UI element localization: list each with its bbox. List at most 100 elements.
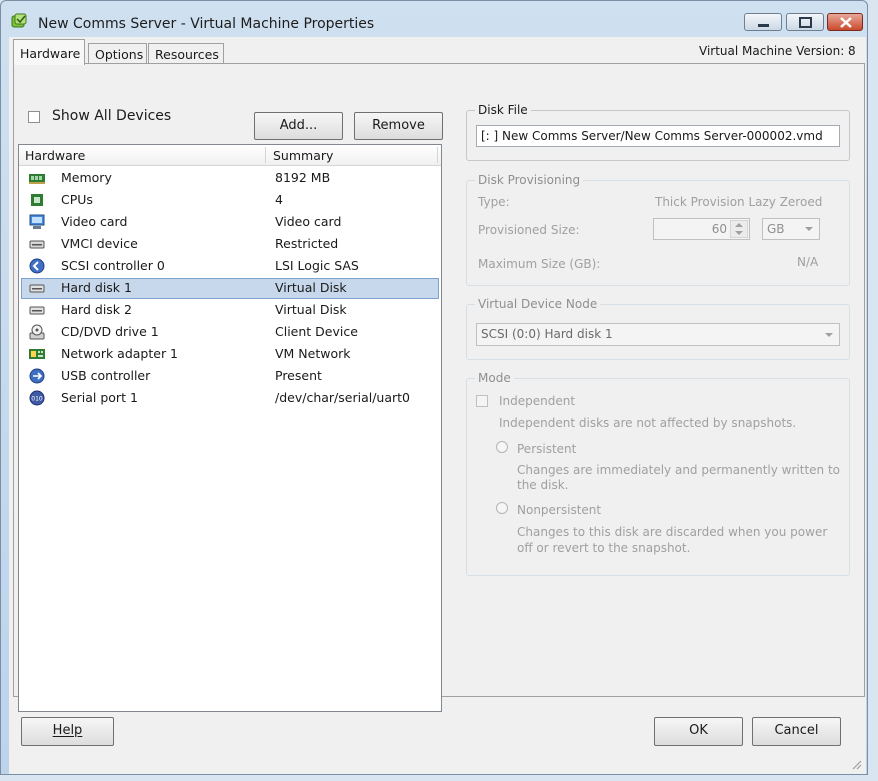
hardware-name: Memory	[61, 170, 112, 185]
nonpersistent-radio[interactable]	[496, 502, 508, 514]
hardware-name: Network adapter 1	[61, 346, 179, 361]
provisioned-size-spinner[interactable]: 60	[653, 218, 750, 240]
usb-controller-icon	[29, 368, 45, 384]
hardware-name: SCSI controller 0	[61, 258, 165, 273]
maximize-button[interactable]	[786, 13, 824, 31]
maximize-icon	[799, 17, 812, 28]
ok-button[interactable]: OK	[654, 717, 743, 746]
hardware-row-usb-controller[interactable]: USB controller Present	[21, 366, 439, 387]
hardware-list-header: Hardware Summary	[19, 145, 441, 166]
hardware-summary: Restricted	[275, 236, 339, 251]
cpu-icon	[31, 194, 43, 206]
column-header-hardware[interactable]: Hardware	[25, 148, 85, 163]
title-bar[interactable]: New Comms Server - Virtual Machine Prope…	[1, 1, 867, 35]
hardware-row-vmci-device[interactable]: VMCI device Restricted	[21, 234, 439, 255]
virtual-device-node-value: SCSI (0:0) Hard disk 1	[481, 327, 613, 341]
minimize-icon	[758, 24, 769, 27]
provisioned-size-value: 60	[711, 222, 727, 236]
disk-file-group: Disk File [: ] New Comms Server/New Comm…	[466, 103, 850, 161]
virtual-device-node-legend: Virtual Device Node	[475, 297, 601, 311]
max-size-value: N/A	[797, 255, 819, 269]
vm-app-icon	[11, 13, 27, 28]
hardware-row-memory[interactable]: Memory 8192 MB	[21, 168, 439, 189]
help-button[interactable]: Help	[21, 717, 114, 746]
hardware-row-video-card[interactable]: Video card Video card	[21, 212, 439, 233]
hardware-summary: LSI Logic SAS	[275, 258, 359, 273]
help-button-label: Help	[52, 723, 83, 738]
hardware-row-cpus[interactable]: CPUs 4	[21, 190, 439, 211]
svg-text:010: 010	[31, 396, 43, 403]
scsi-controller-icon	[29, 258, 45, 274]
column-divider[interactable]	[437, 147, 438, 163]
hardware-name: USB controller	[61, 368, 151, 383]
tab-options[interactable]: Options	[88, 43, 147, 63]
spinner-arrows-icon[interactable]	[730, 220, 748, 238]
column-divider[interactable]	[265, 147, 266, 163]
disk-provisioning-group: Disk Provisioning Type: Thick Provision …	[466, 173, 850, 286]
hard-disk-icon	[29, 284, 45, 293]
size-unit-value: GB	[767, 222, 785, 236]
show-all-devices-label[interactable]: Show All Devices	[52, 108, 171, 124]
max-size-label: Maximum Size (GB):	[478, 257, 601, 271]
hardware-row-scsi-controller-0[interactable]: SCSI controller 0 LSI Logic SAS	[21, 256, 439, 277]
mode-legend: Mode	[475, 371, 514, 385]
chevron-down-icon	[825, 333, 833, 337]
independent-checkbox[interactable]	[476, 395, 488, 407]
hardware-summary: Virtual Disk	[275, 302, 347, 317]
hardware-summary: Client Device	[275, 324, 358, 339]
provisioned-size-label: Provisioned Size:	[478, 223, 580, 237]
hardware-row-cd-dvd-drive-1[interactable]: CD/DVD drive 1 Client Device	[21, 322, 439, 343]
close-button[interactable]	[827, 13, 863, 31]
cancel-button[interactable]: Cancel	[752, 717, 841, 746]
hardware-summary: Virtual Disk	[275, 280, 347, 295]
hardware-row-serial-port-1[interactable]: 010 Serial port 1 /dev/char/serial/uart0	[21, 388, 439, 409]
persistent-note-cont: the disk.	[517, 478, 569, 492]
type-label: Type:	[478, 195, 510, 209]
hardware-name: CD/DVD drive 1	[61, 324, 159, 339]
column-header-summary[interactable]: Summary	[273, 148, 333, 163]
vmci-device-icon	[29, 240, 45, 249]
virtual-device-node-select[interactable]: SCSI (0:0) Hard disk 1	[476, 323, 840, 346]
hardware-row-hard-disk-2[interactable]: Hard disk 2 Virtual Disk	[21, 300, 439, 321]
type-value: Thick Provision Lazy Zeroed	[655, 195, 823, 209]
hardware-summary: Present	[275, 368, 322, 383]
nonpersistent-note-cont: off or revert to the snapshot.	[517, 541, 691, 555]
nonpersistent-note: Changes to this disk are discarded when …	[517, 525, 828, 539]
serial-port-icon: 010	[29, 390, 45, 406]
persistent-label: Persistent	[517, 442, 577, 456]
hardware-name: CPUs	[61, 192, 93, 207]
size-unit-select[interactable]: GB	[762, 218, 820, 240]
mode-group: Mode Independent Independent disks are n…	[466, 371, 850, 576]
hardware-summary: Video card	[275, 214, 342, 229]
hard-disk-icon	[29, 306, 45, 315]
hardware-name: Hard disk 1	[61, 280, 132, 295]
hardware-row-network-adapter-1[interactable]: Network adapter 1 VM Network	[21, 344, 439, 365]
resize-grip-icon[interactable]	[850, 758, 862, 770]
hardware-name: Serial port 1	[61, 390, 138, 405]
persistent-radio[interactable]	[496, 441, 508, 453]
close-icon	[840, 17, 852, 28]
show-all-devices-checkbox[interactable]	[28, 111, 40, 123]
memory-icon	[29, 174, 45, 184]
nonpersistent-label: Nonpersistent	[517, 503, 602, 517]
hardware-summary: VM Network	[275, 346, 351, 361]
disk-file-field[interactable]: [: ] New Comms Server/New Comms Server-0…	[476, 125, 840, 147]
add-button[interactable]: Add...	[254, 112, 343, 140]
remove-button[interactable]: Remove	[354, 112, 443, 140]
tab-resources[interactable]: Resources	[148, 43, 224, 63]
chevron-down-icon	[805, 227, 813, 231]
vm-version-label: Virtual Machine Version: 8	[699, 44, 856, 58]
hardware-row-hard-disk-1[interactable]: Hard disk 1 Virtual Disk	[21, 278, 439, 299]
hardware-name: Hard disk 2	[61, 302, 132, 317]
vm-properties-window: New Comms Server - Virtual Machine Prope…	[0, 0, 868, 775]
independent-note: Independent disks are not affected by sn…	[499, 416, 797, 430]
tab-hardware[interactable]: Hardware	[13, 39, 85, 65]
hardware-summary: 8192 MB	[275, 170, 331, 185]
hardware-list[interactable]: Hardware Summary Memory 8192 MB CPUs 4 V…	[18, 144, 442, 712]
disk-provisioning-legend: Disk Provisioning	[475, 173, 584, 187]
independent-label: Independent	[499, 394, 576, 408]
hardware-tab-panel: Show All Devices Add... Remove Hardware …	[13, 63, 865, 712]
minimize-button[interactable]	[744, 13, 782, 31]
network-adapter-icon	[29, 349, 45, 359]
cd-dvd-icon	[29, 324, 45, 340]
